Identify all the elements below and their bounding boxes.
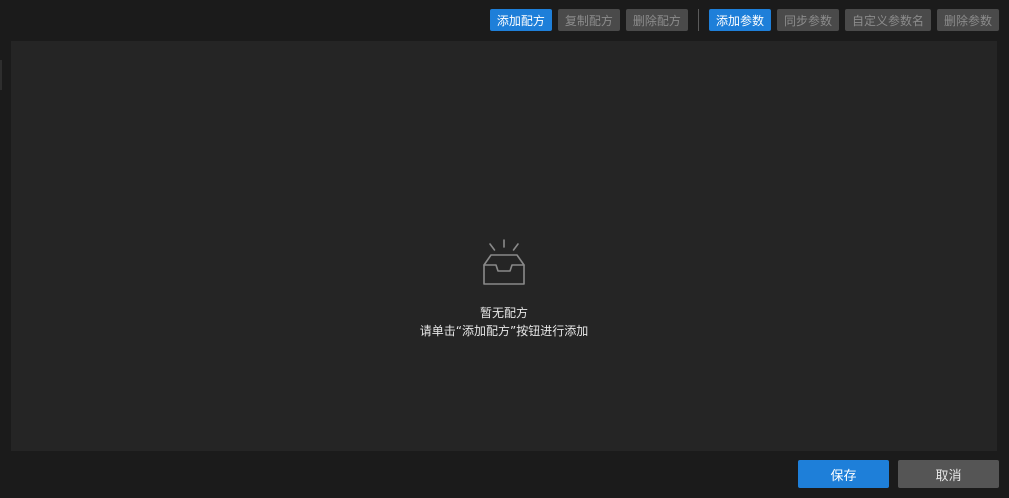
empty-state-hint: 请单击“添加配方”按钮进行添加 xyxy=(419,324,589,338)
empty-state-title: 暂无配方 xyxy=(479,306,528,320)
add-recipe-button[interactable]: 添加配方 xyxy=(489,9,552,31)
empty-state: 暂无配方 请单击“添加配方”按钮进行添加 xyxy=(11,239,997,339)
sync-parameter-button[interactable]: 同步参数 xyxy=(776,9,839,31)
copy-recipe-button[interactable]: 复制配方 xyxy=(557,9,620,31)
left-edge-mark xyxy=(0,60,2,90)
toolbar: 添加配方 复制配方 删除配方 添加参数 同步参数 自定义参数名 删除参数 xyxy=(489,9,999,31)
recipe-panel: 暂无配方 请单击“添加配方”按钮进行添加 xyxy=(11,41,997,451)
empty-inbox-icon xyxy=(483,239,525,285)
delete-recipe-button[interactable]: 删除配方 xyxy=(625,9,688,31)
toolbar-separator xyxy=(697,9,699,31)
footer-actions: 保存 取消 xyxy=(798,460,999,488)
delete-parameter-button[interactable]: 删除参数 xyxy=(936,9,999,31)
add-parameter-button[interactable]: 添加参数 xyxy=(708,9,771,31)
save-button[interactable]: 保存 xyxy=(798,460,889,488)
custom-parameter-name-button[interactable]: 自定义参数名 xyxy=(844,9,931,31)
cancel-button[interactable]: 取消 xyxy=(898,460,999,488)
